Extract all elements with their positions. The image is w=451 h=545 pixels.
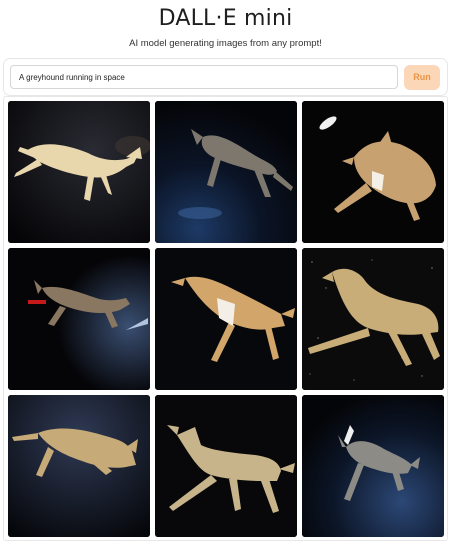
greyhound-image [8,101,150,243]
generated-image-4[interactable] [8,248,150,390]
generated-image-1[interactable] [8,101,150,243]
generated-image-7[interactable] [8,395,150,537]
prompt-card: Run [3,58,448,96]
generated-image-9[interactable] [302,395,444,537]
image-gallery [3,96,448,541]
prompt-input[interactable] [10,65,398,89]
app-title: DALL·E mini [158,6,293,31]
app-subtitle: AI model generating images from any prom… [129,38,322,49]
greyhound-image [155,101,297,243]
greyhound-image [302,101,444,243]
generated-image-8[interactable] [155,395,297,537]
greyhound-image [8,395,150,537]
greyhound-image [8,248,150,390]
greyhound-image [155,395,297,537]
run-button[interactable]: Run [404,65,440,90]
greyhound-image [302,248,444,390]
greyhound-image [302,395,444,537]
generated-image-2[interactable] [155,101,297,243]
generated-image-6[interactable] [302,248,444,390]
generated-image-5[interactable] [155,248,297,390]
generated-image-3[interactable] [302,101,444,243]
dalle-mini-app: DALL·E mini AI model generating images f… [0,0,451,545]
greyhound-image [155,248,297,390]
